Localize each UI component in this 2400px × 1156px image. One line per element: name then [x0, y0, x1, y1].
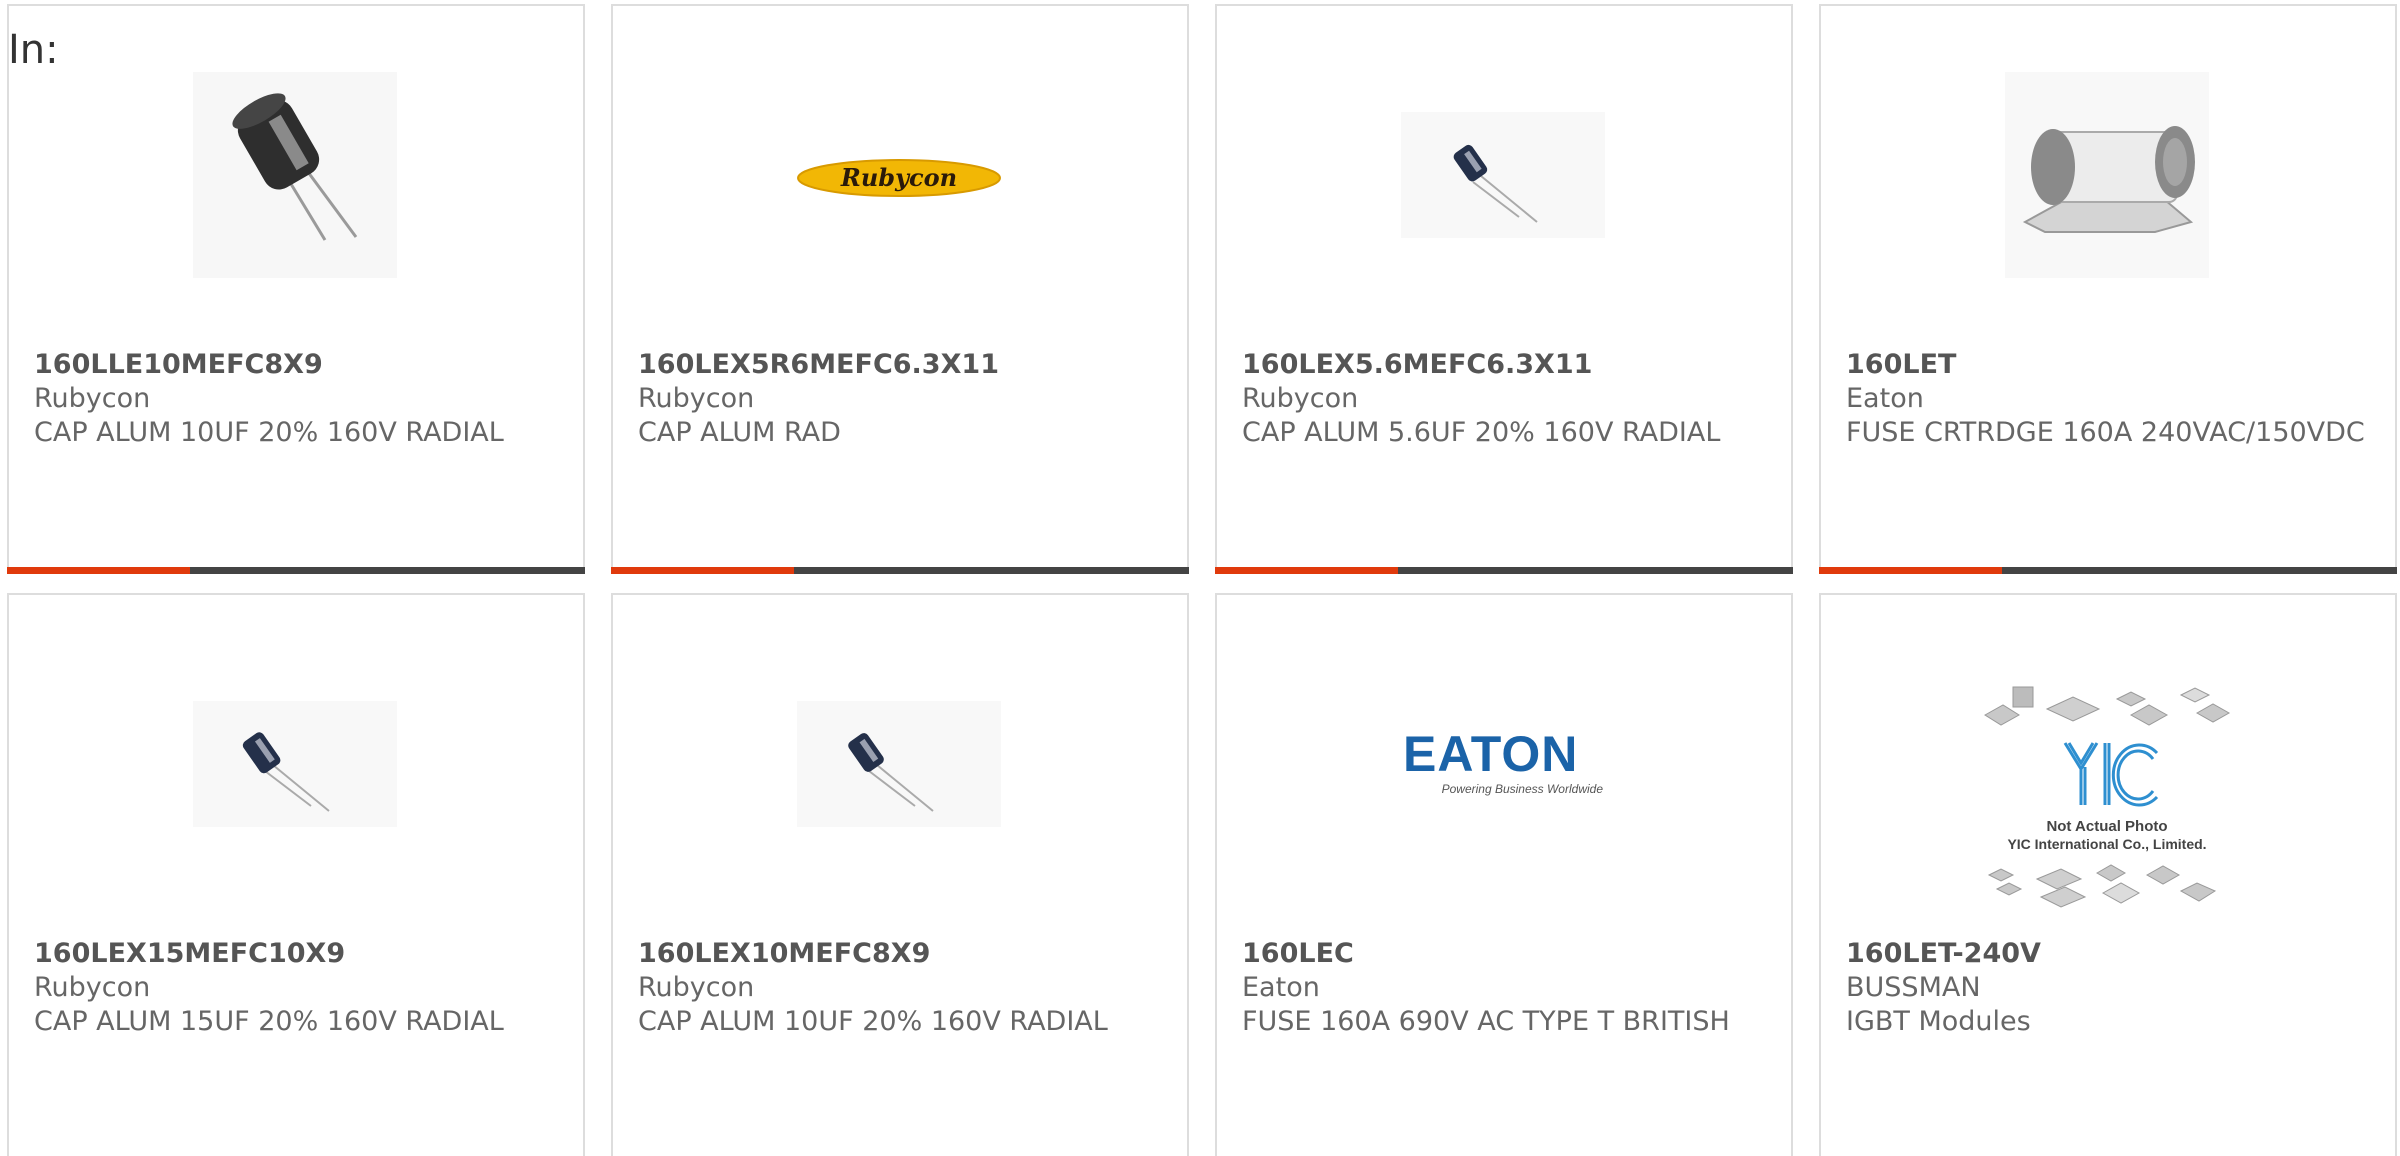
description: CAP ALUM 10UF 20% 160V RADIAL	[34, 417, 504, 448]
in-label: In:	[8, 27, 59, 73]
card-footer-bar	[1215, 567, 1793, 574]
product-card[interactable]: 160LET Eaton FUSE CRTRDGE 160A 240VAC/15…	[1819, 4, 2397, 574]
description: FUSE 160A 690V AC TYPE T BRITISH	[1242, 1006, 1730, 1037]
capacitor-small-image	[193, 661, 397, 867]
capacitor-small-image	[1401, 72, 1605, 278]
description: CAP ALUM RAD	[638, 417, 841, 448]
description: FUSE CRTRDGE 160A 240VAC/150VDC	[1846, 417, 2365, 448]
manufacturer: Rubycon	[638, 972, 755, 1003]
description: CAP ALUM 10UF 20% 160V RADIAL	[638, 1006, 1108, 1037]
description: CAP ALUM 5.6UF 20% 160V RADIAL	[1242, 417, 1721, 448]
product-grid-page: In: 160LLE10MEFC8X9 Rubycon CAP ALUM 10U…	[0, 0, 2400, 1156]
eaton-logo: EATON Powering Business Worldwide	[1401, 661, 1605, 867]
part-number[interactable]: 160LLE10MEFC8X9	[34, 348, 563, 382]
not-actual-photo-image: Not Actual Photo YIC International Co., …	[1971, 683, 2243, 923]
manufacturer: Rubycon	[34, 972, 151, 1003]
rubycon-logo: Rubycon	[797, 72, 1001, 278]
fuse-cartridge-image	[2005, 72, 2209, 278]
product-card[interactable]: Not Actual Photo YIC International Co., …	[1819, 593, 2397, 1156]
manufacturer: Rubycon	[34, 383, 151, 414]
manufacturer: Eaton	[1242, 972, 1320, 1003]
part-number[interactable]: 160LEX5R6MEFC6.3X11	[638, 348, 1167, 382]
product-card[interactable]: EATON Powering Business Worldwide 160LEC…	[1215, 593, 1793, 1156]
capacitor-large-image	[193, 72, 397, 278]
eaton-tagline: Powering Business Worldwide	[1442, 782, 1604, 796]
manufacturer: Rubycon	[638, 383, 755, 414]
rubycon-logo-text: Rubycon	[840, 163, 957, 192]
description: IGBT Modules	[1846, 1006, 2031, 1037]
card-footer-bar	[1819, 567, 2397, 574]
product-card[interactable]: 160LEX5.6MEFC6.3X11 Rubycon CAP ALUM 5.6…	[1215, 4, 1793, 574]
manufacturer: Eaton	[1846, 383, 1924, 414]
part-number[interactable]: 160LEX10MEFC8X9	[638, 937, 1167, 971]
manufacturer: BUSSMAN	[1846, 972, 1981, 1003]
not-actual-photo-text: Not Actual Photo	[2046, 818, 2167, 835]
part-number[interactable]: 160LEX15MEFC10X9	[34, 937, 563, 971]
part-number[interactable]: 160LET-240V	[1846, 937, 2375, 971]
yic-company-text: YIC International Co., Limited.	[2007, 836, 2206, 852]
part-number[interactable]: 160LEX5.6MEFC6.3X11	[1242, 348, 1771, 382]
description: CAP ALUM 15UF 20% 160V RADIAL	[34, 1006, 504, 1037]
card-footer-bar	[7, 567, 585, 574]
product-card[interactable]: 160LEX15MEFC10X9 Rubycon CAP ALUM 15UF 2…	[7, 593, 585, 1156]
part-number[interactable]: 160LEC	[1242, 937, 1771, 971]
product-card[interactable]: Rubycon 160LEX5R6MEFC6.3X11 Rubycon CAP …	[611, 4, 1189, 574]
product-card[interactable]: 160LEX10MEFC8X9 Rubycon CAP ALUM 10UF 20…	[611, 593, 1189, 1156]
part-number[interactable]: 160LET	[1846, 348, 2375, 382]
capacitor-small-image	[797, 661, 1001, 867]
product-card[interactable]: 160LLE10MEFC8X9 Rubycon CAP ALUM 10UF 20…	[7, 4, 585, 574]
manufacturer: Rubycon	[1242, 383, 1359, 414]
eaton-logo-text: EATON	[1403, 726, 1578, 782]
card-footer-bar	[611, 567, 1189, 574]
